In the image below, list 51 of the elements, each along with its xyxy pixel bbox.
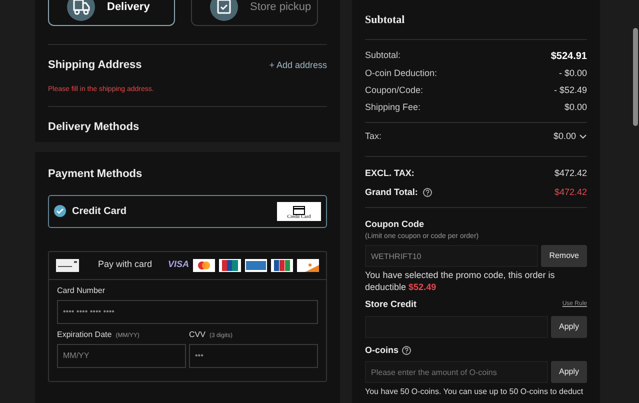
section-title: Shipping Address: [48, 58, 142, 73]
field-label: CVV: [189, 328, 206, 340]
card-form-title: Pay with card: [98, 258, 152, 272]
delivery-option[interactable]: Delivery: [48, 0, 175, 26]
card-brand-icon: [297, 258, 319, 272]
card-brand-icon: [245, 258, 267, 272]
section-title: Store Credit: [365, 298, 417, 311]
summary-label: Tax:: [365, 130, 382, 142]
summary-value: $0.00: [553, 130, 576, 142]
summary-value: $0.00: [564, 100, 587, 114]
section-title: Delivery Methods: [48, 120, 140, 135]
summary-label: Grand Total:: [365, 186, 418, 198]
remove-button[interactable]: Remove: [541, 245, 587, 267]
summary-label: O-coin Deduction:: [365, 66, 438, 80]
apply-button[interactable]: Apply: [550, 316, 587, 338]
field-label: Expiration Date: [57, 328, 112, 340]
section-title: O-coins: [365, 344, 399, 356]
ocoins-message: You have 50 O-coins. You can use up to 50 O-coins to deduct: [365, 387, 584, 397]
section-title: Coupon Code: [365, 218, 425, 231]
help-icon: [402, 346, 411, 355]
calendar-check-icon: [210, 0, 238, 21]
summary-value: $472.42: [554, 167, 587, 180]
apply-button[interactable]: Apply: [550, 361, 587, 383]
help-icon: [422, 188, 432, 197]
summary-label: Coupon/Code:: [365, 84, 424, 97]
summary-value: - $0.00: [558, 66, 587, 80]
section-title: Payment Methods: [48, 167, 144, 182]
card-number-field[interactable]: •••• •••• •••• ••••: [57, 300, 318, 324]
grand-total-value: $472.42: [554, 186, 587, 198]
summary-value: $524.91: [550, 50, 587, 64]
summary-title: Subtotal: [365, 13, 406, 28]
field-label: Card Number: [57, 284, 106, 296]
card-icon: [56, 258, 79, 272]
summary-label: Subtotal:: [365, 49, 401, 62]
delivery-option[interactable]: Store pickup: [191, 0, 318, 26]
method-label: Credit Card: [72, 204, 128, 218]
visa-logo: VISA: [168, 258, 189, 272]
ocoins-field[interactable]: Please enter the amount of O-coins: [365, 361, 548, 383]
card-brand-icon: [219, 258, 241, 272]
promo-message: You have selected the promo code, this order is deductible $52.49: [365, 269, 556, 293]
truck-icon: [67, 0, 95, 21]
add-address-link[interactable]: + Add address: [269, 58, 327, 72]
scrollbar-thumb[interactable]: [633, 28, 638, 126]
card-brand-icon: [193, 258, 215, 272]
coupon-field[interactable]: WETHRIFT10: [365, 245, 538, 267]
summary-value: - $52.49: [554, 84, 587, 97]
cvv-field[interactable]: •••: [189, 344, 318, 368]
summary-label: EXCL. TAX:: [365, 167, 414, 180]
summary-label: Shipping Fee:: [365, 100, 421, 114]
card-brand-icon: [271, 258, 293, 272]
expiry-field[interactable]: MM/YY: [57, 344, 186, 368]
